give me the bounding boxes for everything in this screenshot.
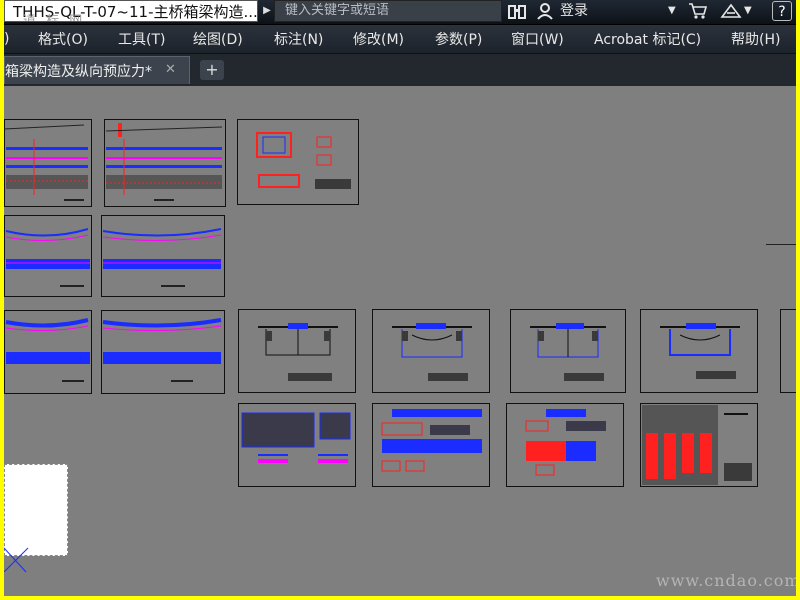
menu-item-help[interactable]: 帮助(H): [731, 29, 780, 49]
dropdown-icon[interactable]: ▼: [744, 2, 752, 20]
drawing-sheet[interactable]: [104, 119, 226, 207]
drawing-sheet[interactable]: [101, 215, 225, 297]
menu-item-dimension[interactable]: 标注(N): [274, 29, 353, 49]
menu-item-modify[interactable]: 修改(M): [353, 29, 435, 49]
drawing-sheet[interactable]: [780, 309, 796, 393]
drawing-sheet[interactable]: [237, 119, 359, 205]
document-tab-bar: 箱梁构造及纵向预应力* ✕ +: [4, 54, 796, 86]
new-tab-button[interactable]: +: [200, 60, 224, 80]
drawing-sheet[interactable]: [238, 403, 356, 487]
search-box[interactable]: [274, 0, 502, 22]
drawing-sheet[interactable]: [640, 403, 758, 487]
tab-label: 箱梁构造及纵向预应力*: [5, 64, 152, 80]
drawing-canvas[interactable]: www.cndao.com: [4, 86, 796, 596]
tab-active-document[interactable]: 箱梁构造及纵向预应力* ✕: [4, 56, 190, 84]
menu-item-partial[interactable]: ): [4, 31, 38, 47]
autodesk-icon[interactable]: [720, 2, 742, 20]
menu-item-format[interactable]: 格式(O): [38, 29, 118, 49]
drawing-sheet[interactable]: [506, 403, 624, 487]
drawing-sheet[interactable]: [510, 309, 626, 393]
ucs-icon: [4, 547, 29, 573]
menu-item-parameters[interactable]: 参数(P): [435, 29, 511, 49]
drawing-sheet[interactable]: [238, 309, 356, 393]
help-icon[interactable]: ?: [772, 1, 792, 21]
title-bar: THHS-QL-T-07~11-主桥箱梁构造... 道 标 网 ▶ 登录 ▼ ▼…: [4, 0, 796, 25]
watermark-logo-text: 道 标 网: [23, 14, 86, 22]
drawing-sheet[interactable]: [372, 309, 490, 393]
menu-item-draw[interactable]: 绘图(D): [193, 29, 274, 49]
drawing-sheet[interactable]: [101, 310, 225, 394]
site-watermark: www.cndao.com: [656, 571, 796, 590]
plus-icon: +: [205, 60, 219, 79]
drawing-sheet[interactable]: [372, 403, 490, 487]
close-icon[interactable]: ✕: [165, 62, 176, 77]
cart-icon[interactable]: [688, 2, 708, 20]
drawing-sheet[interactable]: [4, 119, 92, 207]
document-title: THHS-QL-T-07~11-主桥箱梁构造... 道 标 网: [4, 0, 258, 22]
autocad-window: THHS-QL-T-07~11-主桥箱梁构造... 道 标 网 ▶ 登录 ▼ ▼…: [4, 0, 796, 596]
binoculars-icon[interactable]: [508, 2, 526, 20]
drawing-sheet[interactable]: [640, 309, 758, 393]
drawing-sheet[interactable]: [4, 215, 92, 297]
user-icon[interactable]: [536, 2, 554, 20]
search-input[interactable]: [283, 2, 497, 19]
drawing-sheet[interactable]: [4, 310, 92, 394]
menu-item-window[interactable]: 窗口(W): [511, 29, 594, 49]
dropdown-icon[interactable]: ▼: [668, 2, 676, 20]
menu-bar: ) 格式(O) 工具(T) 绘图(D) 标注(N) 修改(M) 参数(P) 窗口…: [4, 25, 796, 54]
help-label: ?: [778, 4, 786, 20]
canvas-line: [766, 244, 796, 245]
menu-item-tools[interactable]: 工具(T): [118, 29, 193, 49]
login-link[interactable]: 登录: [560, 0, 588, 22]
title-expand-icon[interactable]: ▶: [260, 0, 274, 22]
menu-item-acrobat[interactable]: Acrobat 标记(C): [594, 29, 731, 49]
